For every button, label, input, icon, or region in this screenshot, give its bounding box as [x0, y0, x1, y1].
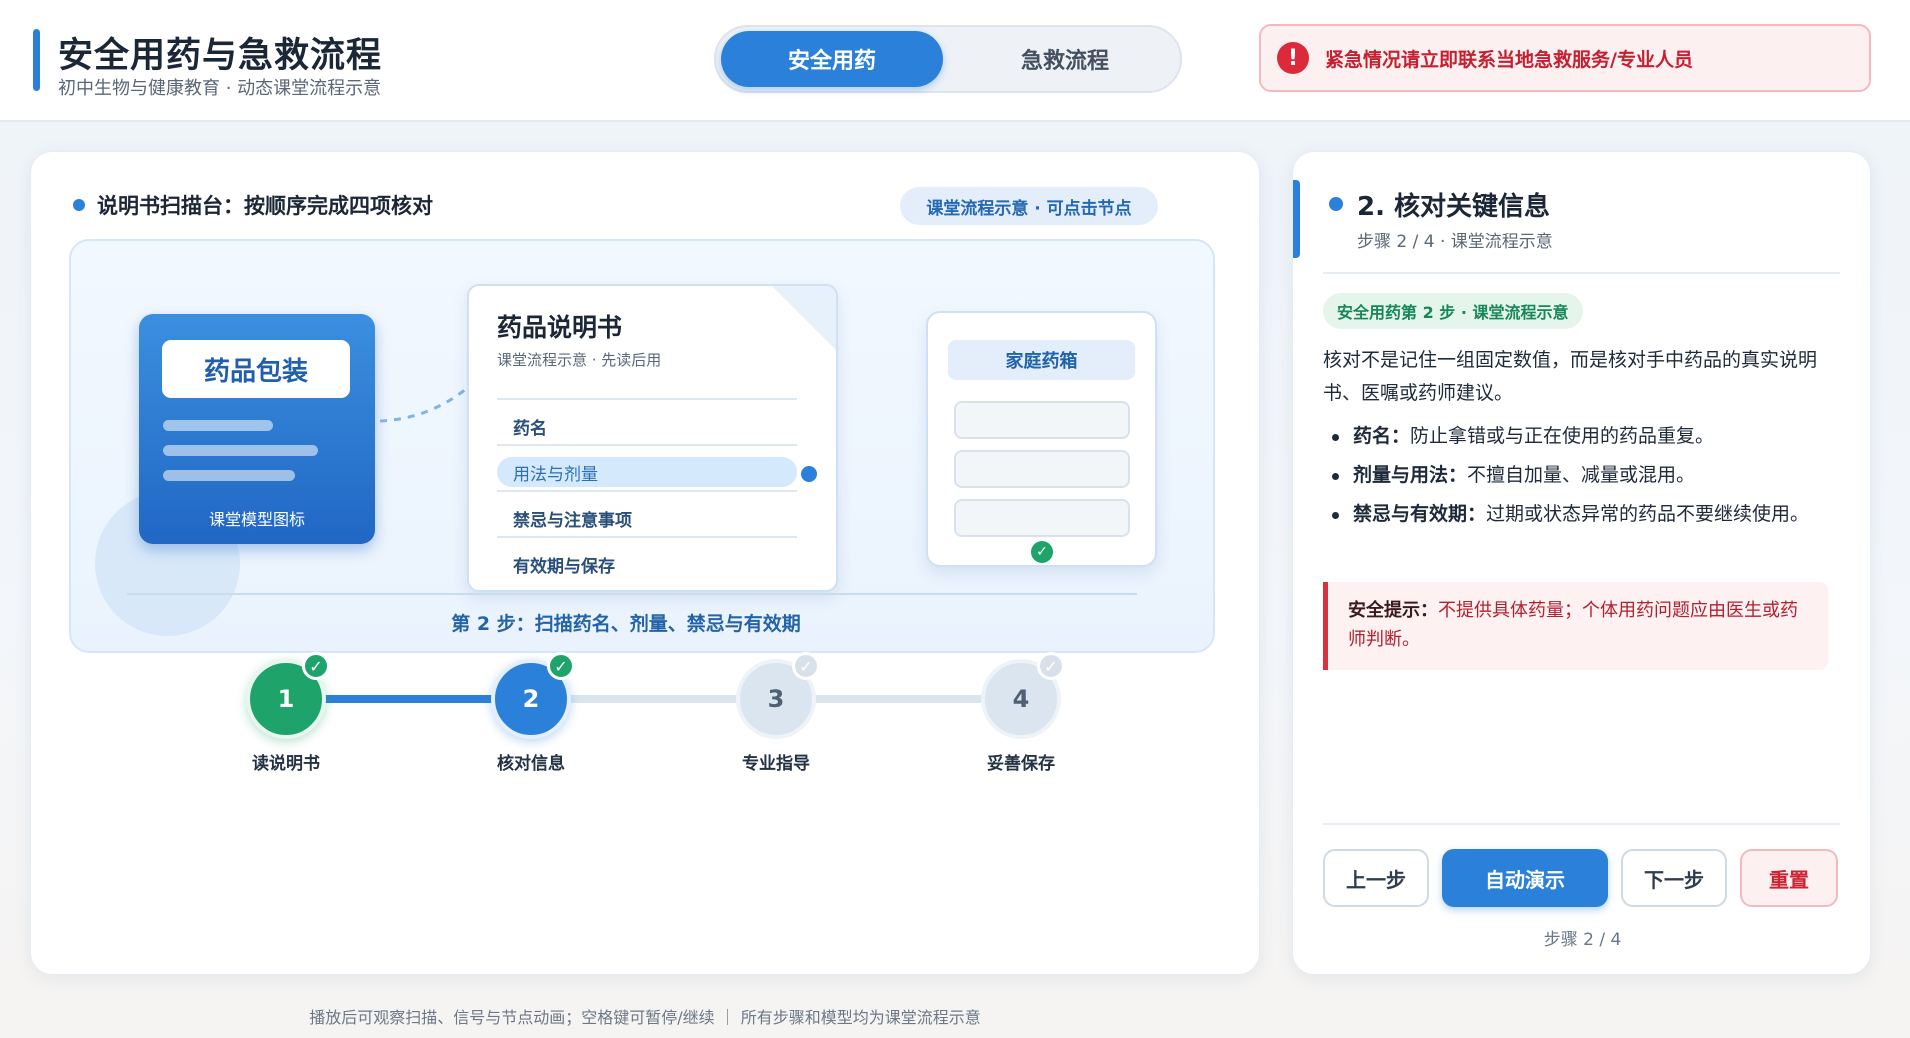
- check-icon: ✓: [302, 652, 330, 680]
- cabinet-drawer: [954, 499, 1130, 537]
- check-points-list: 药名：防止拿错或与正在使用的药品重复。 剂量与用法：不擅自加量、减量或混用。 禁…: [1323, 420, 1843, 537]
- scanner-heading: 说明书扫描台：按顺序完成四项核对: [97, 194, 433, 218]
- step-detail-panel: 2. 核对关键信息 步骤 2 / 4 · 课堂流程示意 安全用药第 2 步 · …: [1292, 151, 1871, 975]
- leaflet-item-contraindications: 禁忌与注意事项: [513, 510, 632, 531]
- stage-baseline: [127, 593, 1137, 595]
- medicine-cabinet: 家庭药箱 ✓: [926, 311, 1157, 567]
- stage-caption: 第 2 步：扫描药名、剂量、禁忌与有效期: [451, 613, 801, 635]
- detail-subtitle: 步骤 2 / 4 · 课堂流程示意: [1357, 232, 1553, 252]
- cabinet-label: 家庭药箱: [948, 340, 1135, 380]
- alert-icon: !: [1277, 42, 1309, 74]
- app-header: 安全用药与急救流程 初中生物与健康教育 · 动态课堂流程示意 安全用药 急救流程…: [0, 0, 1910, 122]
- prev-step-button[interactable]: 上一步: [1323, 849, 1429, 907]
- detail-divider: [1323, 823, 1840, 825]
- cabinet-drawer: [954, 450, 1130, 488]
- step-counter: 步骤 2 / 4: [1543, 930, 1622, 950]
- detail-divider: [1323, 272, 1840, 274]
- step-label-2: 核对信息: [497, 754, 565, 774]
- scan-stage: 药品包装 课堂模型图标 药品说明书 课堂流程示意 · 先读后用 药名 用法与剂量…: [69, 239, 1215, 653]
- detail-title: 2. 核对关键信息: [1357, 192, 1551, 222]
- package-line: [163, 420, 273, 431]
- package-line: [163, 470, 295, 481]
- tab-first-aid[interactable]: 急救流程: [954, 31, 1176, 87]
- heading-dot: [73, 199, 85, 211]
- detail-accent-bar: [1293, 180, 1300, 258]
- step-label-3: 专业指导: [742, 754, 810, 774]
- leaflet-title: 药品说明书: [497, 313, 623, 342]
- package-line: [163, 445, 318, 456]
- app-title: 安全用药与急救流程: [58, 36, 383, 76]
- package-caption: 课堂模型图标: [208, 510, 305, 529]
- signal-connector: [379, 387, 467, 423]
- reset-button[interactable]: 重置: [1740, 849, 1838, 907]
- safety-tip: 安全提示：不提供具体药量；个体用药问题应由医生或药师判断。: [1323, 582, 1828, 670]
- footer-hint: 播放后可观察扫描、信号与节点动画；空格键可暂停/继续 ｜ 所有步骤和模型均为课堂…: [309, 1008, 981, 1027]
- list-item: 剂量与用法：不擅自加量、减量或混用。: [1323, 459, 1843, 492]
- leaflet-item-name: 药名: [513, 418, 547, 439]
- leaflet-divider: [497, 398, 797, 400]
- leaflet-fold: [770, 286, 836, 352]
- scanner-pill: 课堂流程示意 · 可点击节点: [900, 187, 1158, 225]
- detail-description: 核对不是记住一组固定数值，而是核对手中药品的真实说明书、医嘱或药师建议。: [1323, 349, 1818, 404]
- check-icon: ✓: [1031, 541, 1053, 563]
- list-item: 禁忌与有效期：过期或状态异常的药品不要继续使用。: [1323, 498, 1843, 531]
- package-label: 药品包装: [162, 340, 350, 398]
- leaflet-subtitle: 课堂流程示意 · 先读后用: [497, 351, 662, 369]
- medicine-leaflet: 药品说明书 课堂流程示意 · 先读后用 药名 用法与剂量 禁忌与注意事项 有效期…: [467, 284, 838, 592]
- scan-indicator-dot: [801, 466, 817, 482]
- scanner-panel: 说明书扫描台：按顺序完成四项核对 课堂流程示意 · 可点击节点 药品包装 课堂模…: [30, 151, 1260, 975]
- check-icon: ✓: [547, 652, 575, 680]
- leaflet-divider: [497, 444, 797, 446]
- app-subtitle: 初中生物与健康教育 · 动态课堂流程示意: [58, 78, 382, 99]
- leaflet-divider: [497, 490, 797, 492]
- list-item: 药名：防止拿错或与正在使用的药品重复。: [1323, 420, 1843, 453]
- tab-safe-medication[interactable]: 安全用药: [721, 31, 943, 87]
- title-accent-bar: [33, 29, 40, 91]
- check-icon: ✓: [1037, 652, 1065, 680]
- step-label-4: 妥善保存: [987, 754, 1055, 774]
- detail-dot: [1329, 197, 1343, 211]
- medicine-package-card: 药品包装 课堂模型图标: [139, 314, 375, 544]
- cabinet-drawer: [954, 401, 1130, 439]
- emergency-alert: ! 紧急情况请立即联系当地急救服务/专业人员: [1259, 24, 1871, 92]
- step-tag: 安全用药第 2 步 · 课堂流程示意: [1323, 293, 1583, 329]
- next-step-button[interactable]: 下一步: [1621, 849, 1727, 907]
- check-icon: ✓: [792, 652, 820, 680]
- leaflet-divider: [497, 536, 797, 538]
- step-label-1: 读说明书: [252, 754, 320, 774]
- mode-switch: 安全用药 急救流程: [714, 25, 1182, 93]
- leaflet-item-expiry: 有效期与保存: [513, 556, 615, 577]
- auto-demo-button[interactable]: 自动演示: [1442, 849, 1608, 907]
- leaflet-item-dosage: 用法与剂量: [497, 457, 797, 487]
- alert-text: 紧急情况请立即联系当地急救服务/专业人员: [1325, 48, 1693, 71]
